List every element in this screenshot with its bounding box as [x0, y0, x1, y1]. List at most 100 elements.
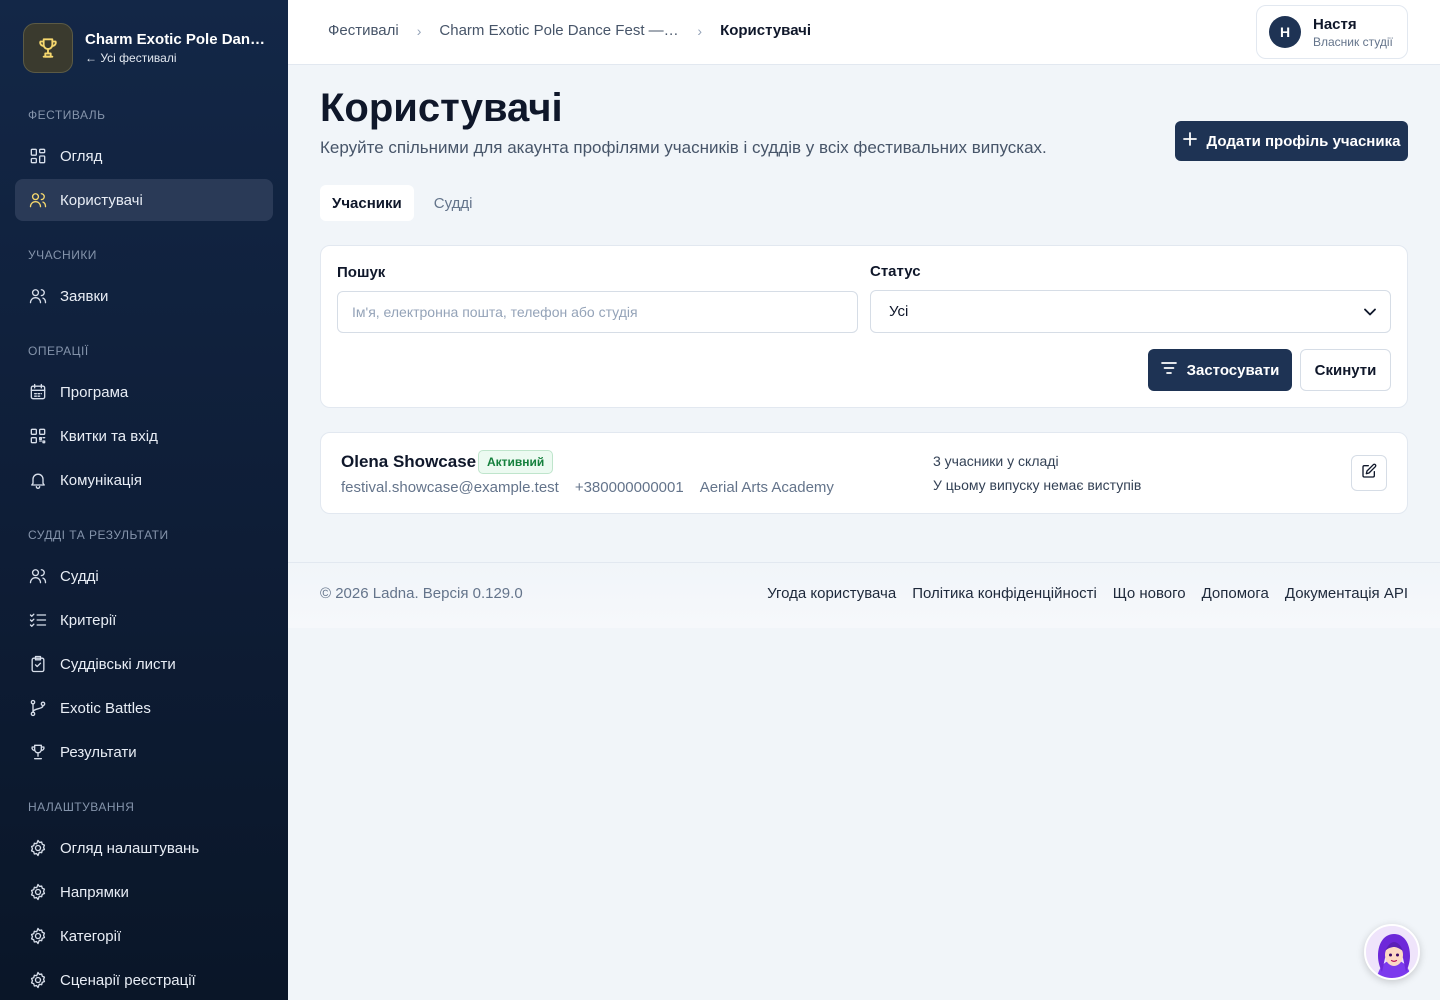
festival-title: Charm Exotic Pole Dance Fest — All Stars	[85, 31, 267, 48]
sidebar-item-results[interactable]: Результати	[15, 731, 273, 773]
page-subtitle: Керуйте спільними для акаунта профілями …	[320, 138, 1047, 157]
breadcrumb-current: Користувачі	[720, 22, 812, 39]
participant-email: festival.showcase@example.test	[341, 479, 559, 496]
tab-participants[interactable]: Учасники	[320, 185, 414, 221]
tab-judges[interactable]: Судді	[422, 185, 485, 221]
breadcrumb-festivals[interactable]: Фестивалі	[328, 22, 399, 39]
participant-name: Olena Showcase	[341, 452, 477, 471]
filter-panel: Пошук Статус Усі Застосувати Скинути	[320, 245, 1408, 408]
participant-members: 3 учасники у складі	[933, 453, 1059, 469]
apply-label: Застосувати	[1186, 361, 1280, 379]
sidebar-item-label: Комунікація	[60, 471, 142, 489]
sidebar: Charm Exotic Pole Dance Fest — All Stars…	[0, 0, 288, 1000]
calendar-icon	[28, 382, 48, 402]
top-bar: Фестивалі › Charm Exotic Pole Dance Fest…	[288, 0, 1440, 65]
search-label: Пошук	[337, 264, 386, 281]
participant-performances: У цьому випуску немає виступів	[933, 477, 1142, 493]
users-icon	[28, 286, 48, 306]
chevron-right-icon: ›	[416, 22, 422, 39]
breadcrumb-festival[interactable]: Charm Exotic Pole Dance Fest — All Stars	[439, 22, 679, 39]
sidebar-item-label: Заявки	[60, 287, 109, 305]
clipboard-check-icon	[28, 654, 48, 674]
gear-icon	[28, 838, 48, 858]
gear-icon	[28, 970, 48, 990]
festival-brand: Charm Exotic Pole Dance Fest — All Stars…	[23, 23, 267, 73]
users-icon	[28, 190, 48, 210]
sidebar-item-label: Програма	[60, 383, 129, 401]
gear-icon	[28, 882, 48, 902]
sidebar-item-label: Огляд налаштувань	[60, 839, 200, 857]
tabs: Учасники Судді	[320, 185, 484, 221]
reset-filters-button[interactable]: Скинути	[1300, 349, 1391, 391]
filter-icon	[1160, 361, 1177, 379]
edit-icon	[1361, 463, 1377, 484]
copyright: © 2026 Ladna. Версія 0.129.0	[320, 585, 523, 602]
status-select-value: Усі	[889, 303, 909, 320]
checklist-icon	[28, 610, 48, 630]
sidebar-item-directions[interactable]: Напрямки	[15, 871, 273, 913]
assistant-avatar-icon[interactable]	[1364, 924, 1420, 980]
footer-link-terms[interactable]: Угода користувача	[767, 585, 896, 602]
footer-link-help[interactable]: Допомога	[1202, 585, 1269, 602]
sidebar-item-judges[interactable]: Судді	[15, 555, 273, 597]
sidebar-item-label: Судді	[60, 567, 99, 585]
sidebar-item-overview[interactable]: Огляд	[15, 135, 273, 177]
sidebar-item-program[interactable]: Програма	[15, 371, 273, 413]
nav-section-festival: Фестиваль	[28, 108, 106, 122]
apply-filters-button[interactable]: Застосувати	[1148, 349, 1292, 391]
git-branch-icon	[28, 698, 48, 718]
sidebar-item-label: Напрямки	[60, 883, 129, 901]
nav-section-participants: Учасники	[28, 248, 97, 262]
footer-links: Угода користувача Політика конфіденційно…	[767, 585, 1408, 602]
edit-participant-button[interactable]	[1351, 455, 1387, 491]
footer: © 2026 Ladna. Версія 0.129.0 Угода корис…	[288, 562, 1440, 628]
sidebar-item-score-sheets[interactable]: Суддівські листи	[15, 643, 273, 685]
dashboard-icon	[28, 146, 48, 166]
add-participant-button[interactable]: Додати профіль учасника	[1175, 121, 1408, 161]
nav-section-operations: Операції	[28, 344, 89, 358]
sidebar-item-label: Результати	[60, 743, 137, 761]
user-name: Настя	[1313, 15, 1357, 33]
nav-section-settings: Налаштування	[28, 800, 135, 814]
participant-contacts: festival.showcase@example.test +38000000…	[341, 479, 834, 496]
sidebar-item-label: Огляд	[60, 147, 103, 165]
all-festivals-link[interactable]: ← Усі фестивалі	[85, 51, 267, 65]
chevron-down-icon	[1364, 303, 1376, 320]
participant-phone: +380000000001	[574, 479, 684, 496]
users-icon	[28, 566, 48, 586]
trophy-icon	[28, 742, 48, 762]
sidebar-item-label: Сценарії реєстрації	[60, 971, 196, 989]
footer-link-api-docs[interactable]: Документація API	[1285, 585, 1408, 602]
status-select[interactable]: Усі	[870, 290, 1391, 333]
sidebar-item-tickets[interactable]: Квитки та вхід	[15, 415, 273, 457]
sidebar-item-label: Exotic Battles	[60, 699, 151, 717]
sidebar-item-label: Критерії	[60, 611, 117, 629]
footer-link-whats-new[interactable]: Що нового	[1113, 585, 1186, 602]
sidebar-item-label: Квитки та вхід	[60, 427, 158, 445]
user-role: Власник студії	[1313, 34, 1393, 49]
plus-icon	[1182, 132, 1197, 150]
sidebar-item-registration-scenarios[interactable]: Сценарії реєстрації	[15, 959, 273, 1000]
sidebar-item-criteria[interactable]: Критерії	[15, 599, 273, 641]
participant-row: Olena Showcase Активний festival.showcas…	[320, 432, 1408, 514]
qr-code-icon	[28, 426, 48, 446]
status-label: Статус	[870, 263, 921, 280]
sidebar-item-battles[interactable]: Exotic Battles	[15, 687, 273, 729]
user-menu[interactable]: Н Настя Власник студії	[1256, 5, 1408, 59]
chevron-right-icon: ›	[697, 22, 703, 39]
status-badge: Активний	[478, 450, 554, 474]
sidebar-item-label: Категорії	[60, 927, 122, 945]
breadcrumb: Фестивалі › Charm Exotic Pole Dance Fest…	[328, 22, 811, 39]
nav-section-judges-results: Судді та результати	[28, 528, 169, 542]
sidebar-item-label: Користувачі	[60, 191, 143, 209]
sidebar-item-communication[interactable]: Комунікація	[15, 459, 273, 501]
sidebar-item-categories[interactable]: Категорії	[15, 915, 273, 957]
sidebar-item-settings-overview[interactable]: Огляд налаштувань	[15, 827, 273, 869]
sidebar-item-applications[interactable]: Заявки	[15, 275, 273, 317]
sidebar-item-users[interactable]: Користувачі	[15, 179, 273, 221]
search-input[interactable]	[337, 291, 858, 333]
participant-studio: Aerial Arts Academy	[699, 479, 834, 496]
footer-link-privacy[interactable]: Політика конфіденційності	[912, 585, 1097, 602]
trophy-icon	[23, 23, 73, 73]
sidebar-item-label: Суддівські листи	[60, 655, 176, 673]
